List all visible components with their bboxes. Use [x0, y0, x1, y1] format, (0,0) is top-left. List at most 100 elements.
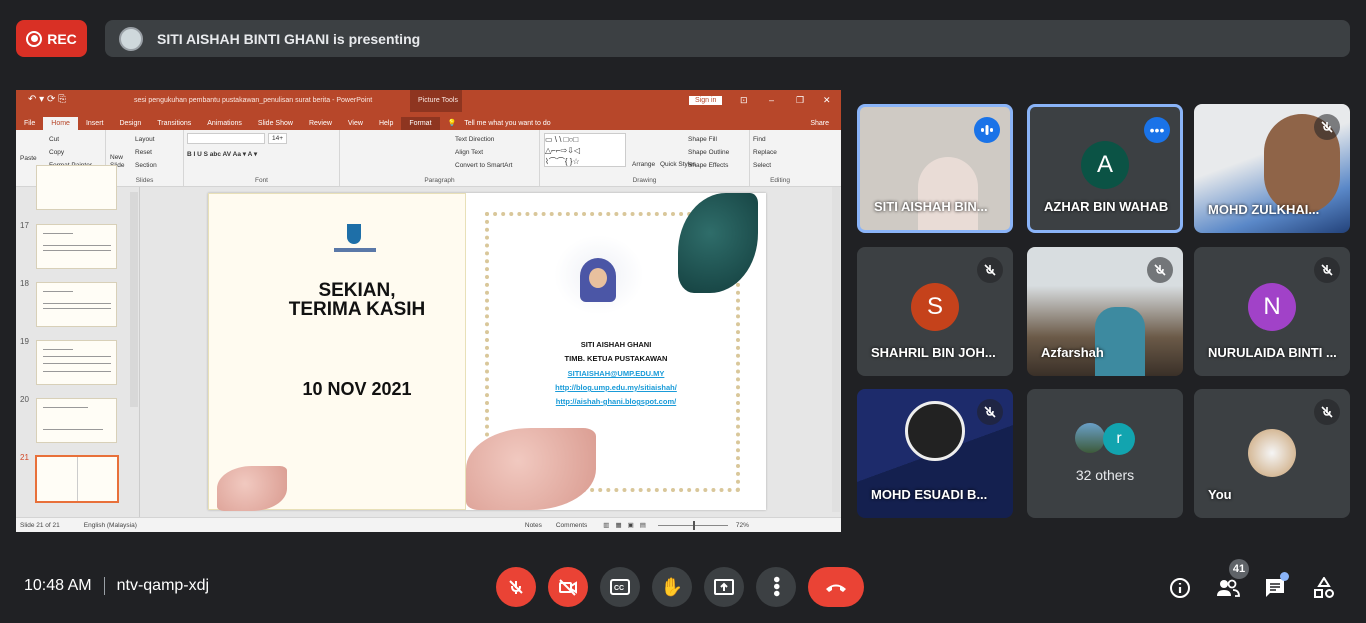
participant-tile[interactable]: MOHD ESUADI B...	[857, 389, 1013, 518]
thumbnail-scrollbar[interactable]	[130, 192, 138, 407]
tab-home[interactable]: Home	[43, 117, 78, 130]
slide-thumbnail[interactable]: 20	[20, 395, 117, 443]
slide-thumbnail[interactable]: 19	[20, 337, 117, 385]
align-text-button[interactable]: Align Text	[455, 146, 536, 159]
reset-button[interactable]: Reset	[135, 146, 180, 159]
presenting-text: SITI AISHAH BINTI GHANI is presenting	[157, 30, 421, 47]
language[interactable]: English (Malaysia)	[84, 522, 137, 529]
layout-button[interactable]: Layout	[135, 133, 180, 146]
slide-date: 10 NOV 2021	[302, 379, 412, 399]
maximize-icon[interactable]: ❐	[796, 95, 804, 106]
picture-tools-label: Picture Tools	[410, 90, 462, 112]
camera-off-button[interactable]	[548, 567, 588, 607]
font-format-buttons[interactable]: B I U S abc AV Aa ▾ A ▾	[187, 148, 336, 161]
tab-format[interactable]: Format	[401, 117, 440, 130]
participant-name: NURULAIDA BINTI ...	[1208, 345, 1337, 360]
replace-button[interactable]: Replace	[753, 146, 807, 159]
profile-photo	[580, 258, 616, 302]
muted-mic-icon	[1314, 399, 1340, 425]
captions-button[interactable]: CC	[600, 567, 640, 607]
slide-thumbnail[interactable]	[36, 165, 117, 210]
blog-link-2[interactable]: http://aishah-ghani.blogspot.com/	[466, 397, 766, 406]
slide-thumbnail-selected[interactable]: 21	[20, 453, 119, 503]
arrange-button[interactable]: Arrange	[632, 158, 655, 171]
notes-button[interactable]: Notes	[525, 522, 542, 529]
slide-thumbnails-pane[interactable]: 17 18 19 20 21	[16, 165, 140, 517]
monstera-leaf	[678, 193, 758, 293]
slide-thumbnail[interactable]: 17	[20, 221, 117, 269]
section-button[interactable]: Section	[135, 159, 180, 172]
slide-right-panel	[466, 193, 766, 510]
participant-name: MOHD ZULKHAI...	[1208, 202, 1320, 217]
rec-label: REC	[47, 30, 77, 47]
tab-file[interactable]: File	[16, 117, 43, 130]
tab-insert[interactable]: Insert	[78, 117, 112, 130]
tab-animations[interactable]: Animations	[199, 117, 250, 130]
zoom-slider[interactable]	[657, 520, 728, 530]
text-direction-button[interactable]: Text Direction	[455, 133, 536, 146]
tell-me-box[interactable]: Tell me what you want to do	[464, 117, 558, 130]
others-tile[interactable]: r 32 others	[1027, 389, 1183, 518]
editing-label: Editing	[770, 177, 790, 184]
close-icon[interactable]: ✕	[823, 95, 831, 106]
present-now-button[interactable]	[704, 567, 744, 607]
tab-transitions[interactable]: Transitions	[149, 117, 199, 130]
slide-thumbnail[interactable]: 18	[20, 279, 117, 327]
sign-in-button[interactable]: Sign in	[689, 96, 723, 105]
meeting-details-icon[interactable]	[1167, 575, 1193, 601]
paste-button[interactable]: Paste	[20, 152, 37, 165]
recording-indicator[interactable]: REC	[16, 20, 87, 57]
find-button[interactable]: Find	[753, 133, 807, 146]
presenter-avatar	[119, 26, 143, 51]
shapes-gallery[interactable]: ▭ \ \ □○□ △⌐⌐⇨⇩◁ ⌇⌒⌒{ }☆	[544, 133, 626, 167]
tab-design[interactable]: Design	[111, 117, 149, 130]
raise-hand-button[interactable]: ✋	[652, 567, 692, 607]
tab-review[interactable]: Review	[301, 117, 340, 130]
comments-button[interactable]: Comments	[556, 522, 587, 529]
select-button[interactable]: Select	[753, 159, 807, 172]
shape-effects-button[interactable]: Shape Effects	[688, 159, 746, 172]
obs-logo	[905, 401, 965, 461]
slide-scrollbar[interactable]	[832, 187, 840, 512]
microphone-off-button[interactable]	[496, 567, 536, 607]
blog-link-1[interactable]: http://blog.ump.edu.my/sitiaishah/	[466, 383, 766, 392]
more-options-button[interactable]: •••	[756, 567, 796, 607]
font-name-input[interactable]	[187, 133, 265, 144]
more-options-icon[interactable]: •••	[1144, 117, 1170, 143]
leave-call-button[interactable]	[808, 567, 864, 607]
convert-smartart-button[interactable]: Convert to SmartArt	[455, 159, 536, 172]
font-size-input[interactable]: 14+	[268, 133, 288, 144]
view-buttons[interactable]: ▥▦▣▤	[603, 521, 652, 529]
share-button[interactable]: Share	[802, 117, 837, 130]
ribbon-home: Paste Cut Copy Format Painter Clipboard …	[16, 130, 841, 187]
presenter-position: TIMB. KETUA PUSTAKAWAN	[564, 354, 668, 363]
leaf-decoration	[217, 466, 287, 511]
self-avatar	[1248, 429, 1296, 477]
shape-fill-button[interactable]: Shape Fill	[688, 133, 746, 146]
copy-button[interactable]: Copy	[49, 146, 102, 159]
participant-tile[interactable]: N NURULAIDA BINTI ...	[1194, 247, 1350, 376]
tab-help[interactable]: Help	[371, 117, 401, 130]
quick-styles-button[interactable]: Quick Styles	[660, 158, 696, 171]
self-tile[interactable]: You	[1194, 389, 1350, 518]
cut-button[interactable]: Cut	[49, 133, 102, 146]
tab-slide-show[interactable]: Slide Show	[250, 117, 301, 130]
email-link[interactable]: SITIAISHAH@UMP.EDU.MY	[466, 369, 766, 378]
other-avatar: r	[1103, 423, 1135, 455]
participant-tile[interactable]: MOHD ZULKHAI...	[1194, 104, 1350, 233]
university-logo-text	[334, 248, 376, 252]
other-avatar	[1075, 423, 1105, 453]
shape-outline-button[interactable]: Shape Outline	[688, 146, 746, 159]
thumbnail-number: 19	[20, 337, 29, 346]
participant-avatar: A	[1081, 141, 1129, 189]
participant-tile[interactable]: S SHAHRIL BIN JOH...	[857, 247, 1013, 376]
participant-tile[interactable]: A ••• AZHAR BIN WAHAB	[1027, 104, 1183, 233]
tab-view[interactable]: View	[340, 117, 371, 130]
participant-tile[interactable]: SITI AISHAH BIN...	[857, 104, 1013, 233]
zoom-level[interactable]: 72%	[736, 522, 749, 529]
participant-tile[interactable]: Azfarshah	[1027, 247, 1183, 376]
speaking-icon	[974, 117, 1000, 143]
activities-icon[interactable]	[1311, 575, 1337, 601]
minimize-icon[interactable]: –	[769, 95, 774, 105]
ribbon-display-icon[interactable]: ⊡	[740, 95, 748, 106]
